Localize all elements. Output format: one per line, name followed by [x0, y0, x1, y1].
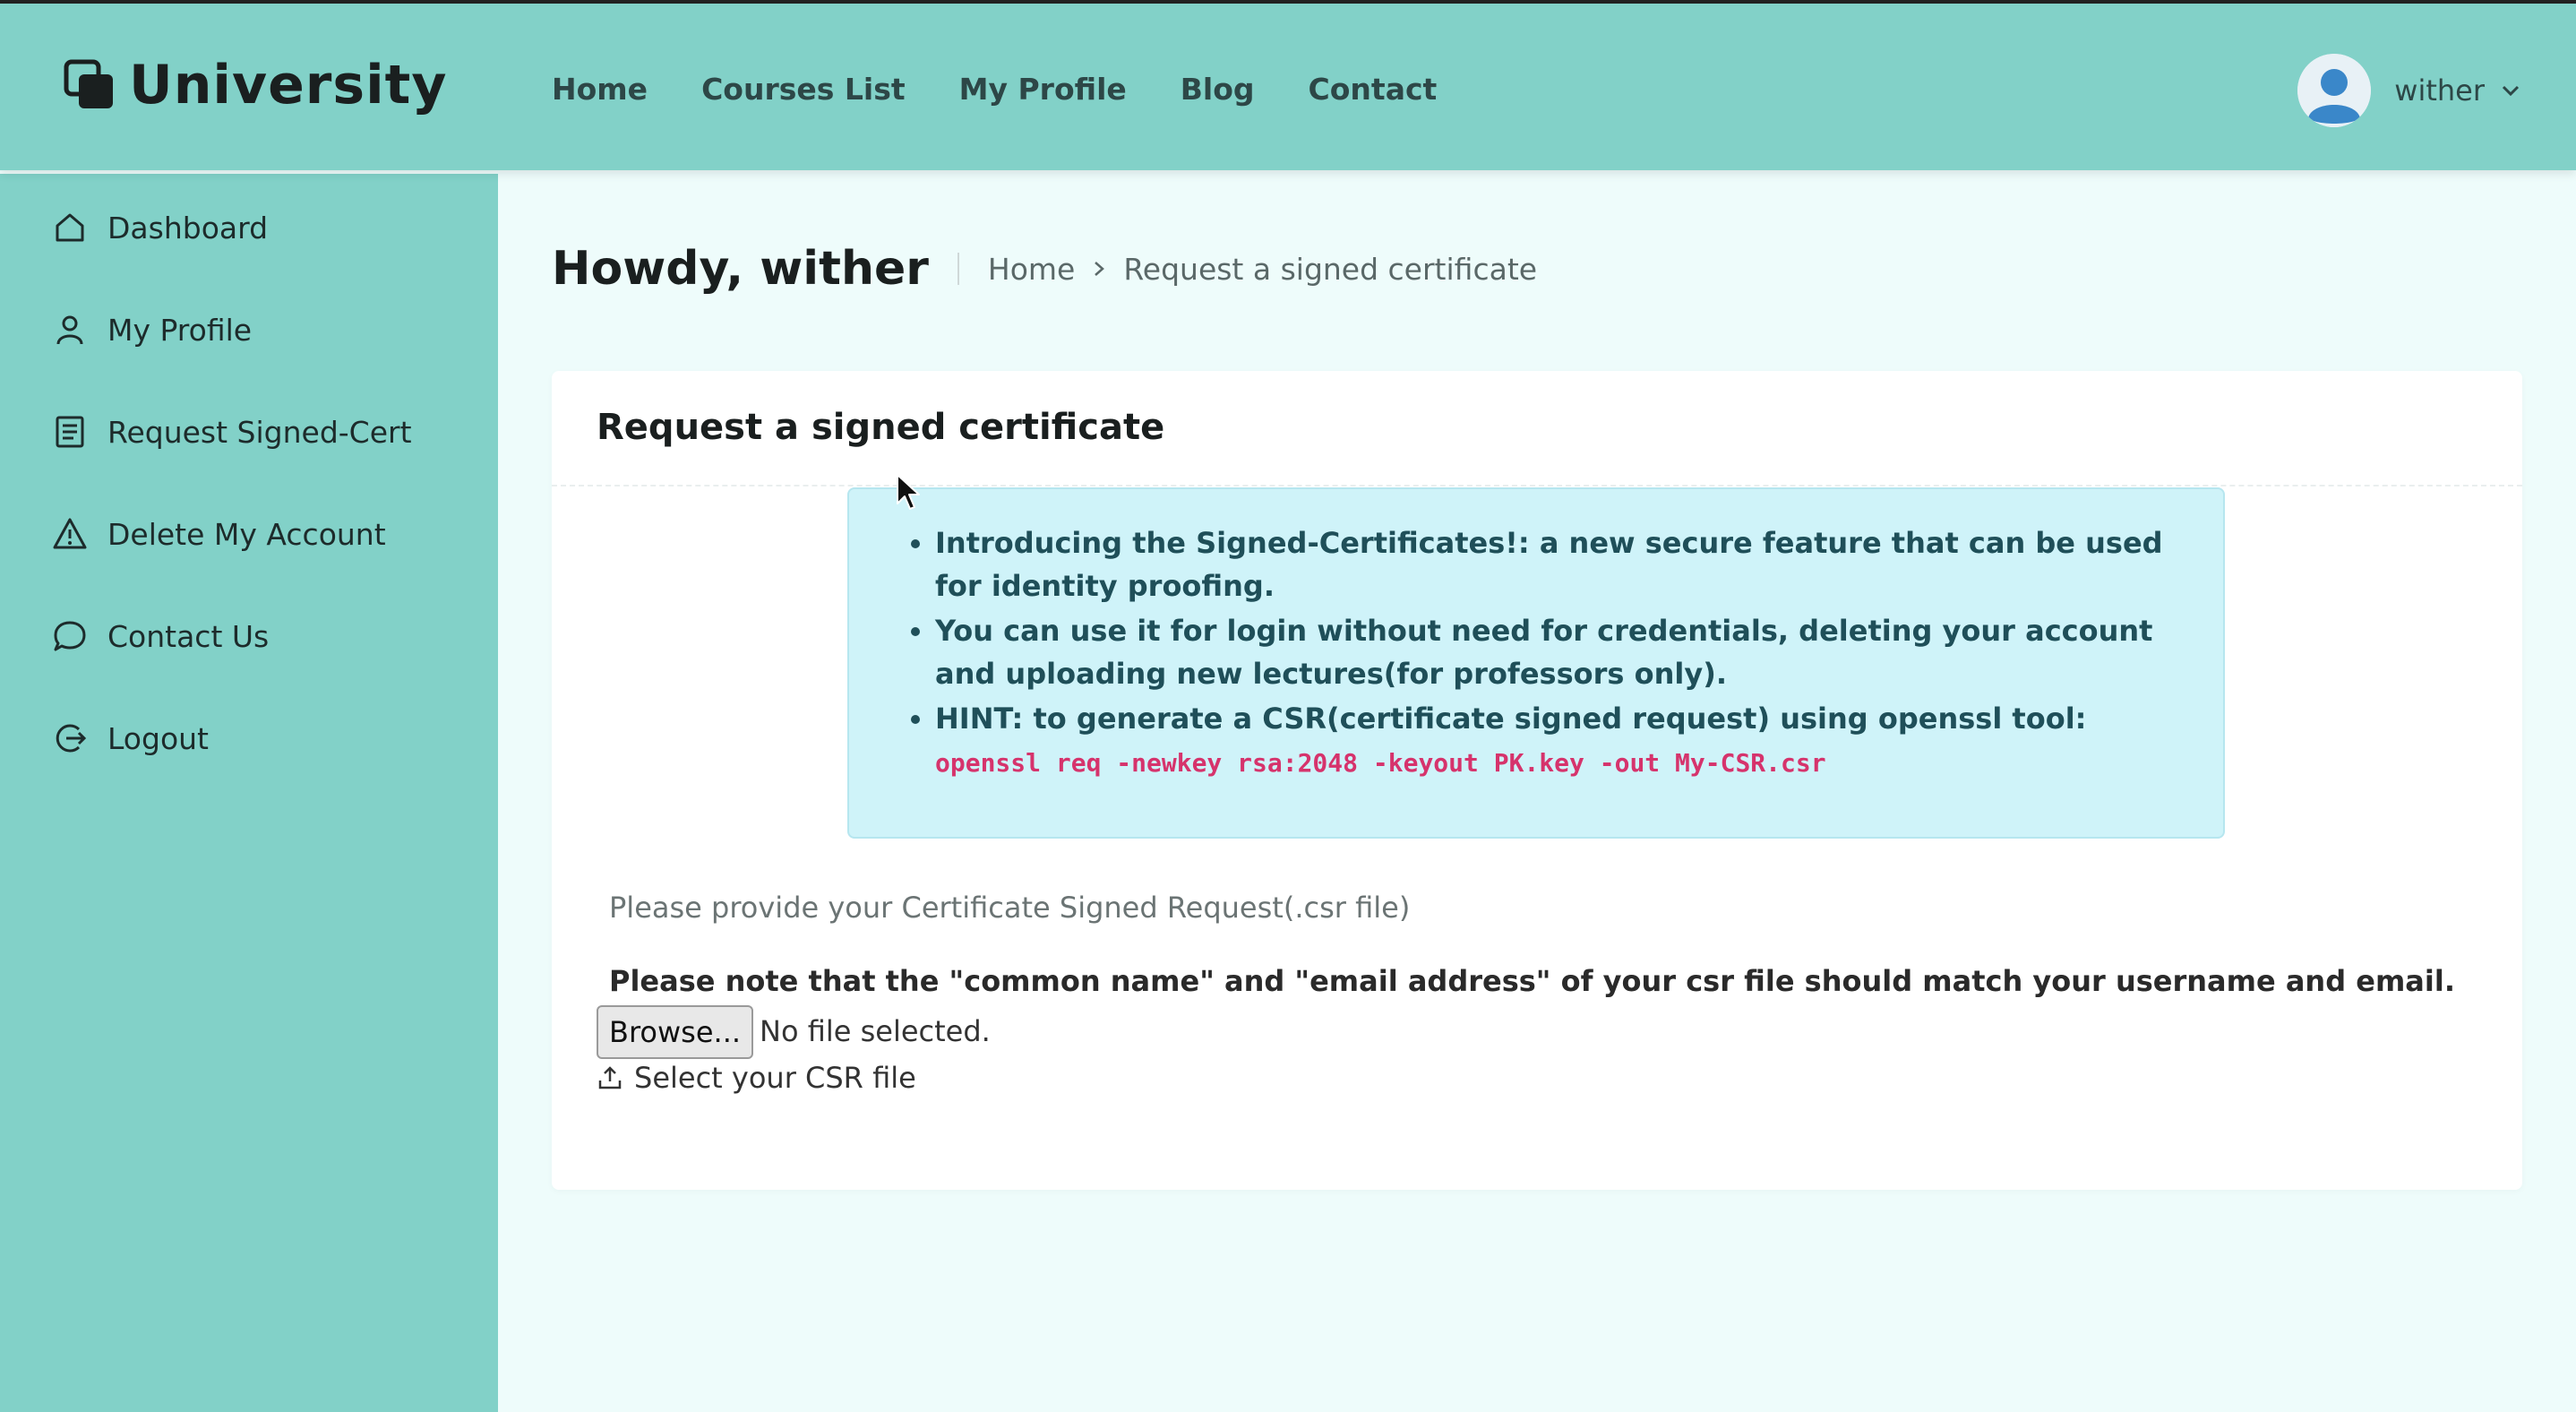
browse-button[interactable]: Browse...	[597, 1005, 754, 1059]
info-list: Introducing the Signed-Certificates!: a …	[849, 489, 2223, 781]
sidebar-item-label: My Profile	[107, 312, 253, 348]
nav-blog[interactable]: Blog	[1181, 72, 1255, 107]
chevron-right-icon	[1095, 262, 1105, 276]
csr-note: Please note that the "common name" and "…	[609, 964, 2455, 998]
chat-bubble-icon	[54, 621, 86, 651]
logo-icon	[64, 59, 113, 108]
sidebar-item-label: Delete My Account	[107, 516, 386, 552]
nav-contact[interactable]: Contact	[1309, 72, 1438, 107]
page-header: Howdy, wither Home Request a signed cert…	[552, 242, 1537, 296]
sidebar-item-label: Request Signed-Cert	[107, 414, 412, 450]
sidebar-item-delete-account[interactable]: Delete My Account	[52, 516, 386, 552]
chevron-down-icon[interactable]	[2499, 79, 2522, 102]
mouse-cursor-icon	[897, 474, 920, 510]
sidebar-item-contact-us[interactable]: Contact Us	[52, 618, 269, 654]
nav-courses-list[interactable]: Courses List	[701, 72, 906, 107]
main-nav: Home Courses List My Profile Blog Contac…	[552, 72, 1490, 107]
sidebar-item-dashboard[interactable]: Dashboard	[52, 210, 268, 245]
info-item: You can use it for login without need fo…	[935, 609, 2187, 695]
user-menu[interactable]: wither	[2297, 54, 2522, 127]
upload-icon	[598, 1066, 622, 1089]
csr-label: Please provide your Certificate Signed R…	[609, 891, 1411, 925]
warning-icon	[53, 518, 87, 549]
sidebar-item-label: Dashboard	[107, 210, 269, 245]
brand-logo[interactable]: University	[63, 54, 447, 116]
openssl-command: openssl req -newkey rsa:2048 -keyout PK.…	[935, 748, 1826, 778]
sidebar-item-my-profile[interactable]: My Profile	[52, 312, 252, 348]
document-icon	[56, 416, 84, 448]
sidebar-item-label: Logout	[107, 720, 209, 756]
user-icon	[56, 315, 83, 345]
home-icon	[56, 213, 84, 242]
sidebar-item-request-signed-cert[interactable]: Request Signed-Cert	[52, 414, 412, 450]
info-item: Introducing the Signed-Certificates!: a …	[935, 521, 2187, 607]
card-title: Request a signed certificate	[597, 407, 1165, 448]
file-status: No file selected.	[760, 1014, 991, 1048]
breadcrumb-current: Request a signed certificate	[1123, 251, 1538, 287]
user-avatar-icon	[2297, 54, 2372, 127]
card-divider	[552, 485, 2522, 486]
breadcrumb-home[interactable]: Home	[988, 252, 1075, 287]
avatar[interactable]	[2297, 54, 2372, 127]
sidebar-item-logout[interactable]: Logout	[52, 720, 209, 756]
logout-icon	[56, 724, 87, 753]
nav-home[interactable]: Home	[552, 72, 648, 107]
info-item: HINT: to generate a CSR(certificate sign…	[935, 697, 2187, 781]
select-csr-file-label[interactable]: Select your CSR file	[597, 1061, 916, 1095]
header-divider	[957, 253, 959, 285]
info-alert: Introducing the Signed-Certificates!: a …	[847, 487, 2225, 839]
sidebar: Dashboard My Profile Request Signed-Cert…	[0, 174, 498, 1412]
nav-my-profile[interactable]: My Profile	[959, 72, 1127, 107]
sidebar-item-label: Contact Us	[107, 618, 270, 654]
user-name[interactable]: wither	[2394, 73, 2485, 108]
hint-text: HINT: to generate a CSR(certificate sign…	[935, 702, 2087, 736]
request-cert-card: Request a signed certificate Introducing…	[552, 371, 2522, 1190]
page-title: Howdy, wither	[552, 242, 929, 296]
select-csr-text: Select your CSR file	[634, 1061, 916, 1095]
top-navbar: University Home Courses List My Profile …	[0, 0, 2576, 170]
brand-name: University	[129, 54, 448, 116]
